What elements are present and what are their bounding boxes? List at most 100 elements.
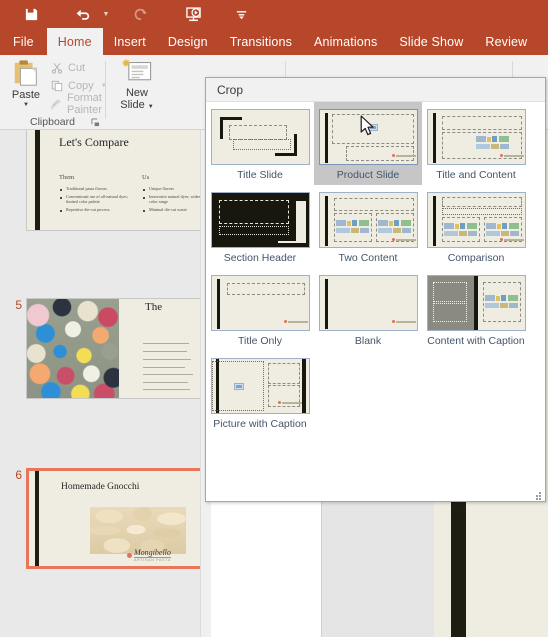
menu-line: [143, 351, 187, 353]
logo-mark-icon: [127, 553, 132, 559]
bullet-marker: [60, 210, 62, 212]
copy-icon: [50, 79, 64, 93]
layout-gallery-dropdown[interactable]: Crop Title Slide Product Slide Title and…: [205, 77, 546, 502]
layout-option-title-and-content[interactable]: Title and Content: [422, 102, 530, 185]
menu-line: [143, 382, 188, 384]
slide-thumbnail[interactable]: The: [26, 298, 200, 399]
ribbon-group-slides: New Slide ▼: [106, 55, 166, 130]
layout-thumbnail: [210, 109, 310, 165]
paste-button[interactable]: Paste ▼: [4, 58, 48, 110]
slide-thumbnail[interactable]: Let's Compare Them Us Traditional pasta …: [26, 130, 200, 231]
layout-option-title-slide[interactable]: Title Slide: [206, 102, 314, 185]
layout-option-comparison[interactable]: Comparison: [422, 185, 530, 268]
layout-option-label: Title Slide: [237, 169, 283, 181]
tab-insert[interactable]: Insert: [103, 28, 157, 55]
layout-option-label: Picture with Caption: [213, 418, 307, 430]
paintbrush-icon: [50, 97, 63, 111]
tab-transitions[interactable]: Transitions: [219, 28, 303, 55]
ribbon-tab-strip: File Home Insert Design Transitions Anim…: [0, 28, 548, 55]
layout-option-picture-with-caption[interactable]: Picture with Caption: [206, 351, 314, 434]
layout-option-label: Title Only: [238, 335, 282, 347]
copy-label: Copy: [68, 79, 94, 92]
quick-access-toolbar: ▼: [0, 0, 548, 28]
redo-icon[interactable]: [124, 0, 158, 28]
bullet-text: Minimal die-cut waste: [149, 206, 187, 212]
clipboard-group-label: Clipboard: [30, 116, 75, 128]
menu-line: [143, 343, 189, 345]
bullet-marker: [143, 189, 145, 191]
bullet-text: Conventional use of all-natural dyes; li…: [66, 193, 128, 205]
layout-option-label: Title and Content: [436, 169, 516, 181]
scissors-icon: [50, 61, 64, 75]
paste-label: Paste: [11, 89, 41, 101]
layout-thumbnail: [318, 275, 418, 331]
new-slide-icon: [122, 59, 152, 81]
format-painter-label: Format Painter: [67, 91, 102, 116]
tab-review[interactable]: Review: [474, 28, 538, 55]
mongibello-logo: Mongibello ARTISAN PASTA: [127, 549, 171, 563]
layout-thumbnail: [210, 275, 310, 331]
layout-option-label: Content with Caption: [427, 335, 525, 347]
cut-label: Cut: [68, 61, 86, 74]
layout-option-blank[interactable]: Blank: [314, 268, 422, 351]
pasta-photo: [27, 299, 119, 398]
layout-option-two-content[interactable]: Two Content: [314, 185, 422, 268]
column-heading-us: Us: [142, 174, 150, 181]
layout-option-title-only[interactable]: Title Only: [206, 268, 314, 351]
layout-option-label: Comparison: [447, 252, 505, 264]
bullet-marker: [60, 197, 62, 199]
slide-thumbnail-selected[interactable]: Homemade Gnocchi Mongibello ARTISAN PAST…: [26, 468, 200, 569]
gallery-header: Crop: [206, 78, 545, 102]
menu-line: [143, 374, 193, 376]
ribbon-group-clipboard: Paste ▼ Cut Copy ▼ Format Painter Clipbo…: [0, 55, 107, 130]
slide-title-text: Let's Compare: [59, 135, 129, 149]
bullet-text: Unique flavors: [149, 185, 175, 191]
layout-option-label: Two Content: [338, 252, 398, 264]
paste-dropdown-caret-icon[interactable]: ▼: [23, 101, 29, 109]
slide-accent-bar: [35, 130, 40, 230]
paste-icon: [14, 60, 37, 86]
layout-thumbnail: [426, 192, 526, 248]
layout-thumbnail: [318, 192, 418, 248]
bullet-text: Traditional pasta flavors: [66, 185, 107, 191]
column-heading-them: Them: [59, 174, 75, 181]
new-slide-label-line2: Slide ▼: [120, 99, 154, 111]
layout-thumbnail: [210, 358, 310, 414]
undo-icon[interactable]: [66, 0, 100, 28]
slide-number: 6: [15, 468, 22, 482]
layout-option-section-header[interactable]: Section Header: [206, 185, 314, 268]
layout-option-content-with-caption[interactable]: Content with Caption: [422, 268, 530, 351]
mouse-cursor: [360, 115, 376, 140]
save-icon[interactable]: [14, 0, 48, 28]
tab-animations[interactable]: Animations: [303, 28, 388, 55]
menu-line: [143, 359, 191, 361]
layout-option-label: Blank: [354, 335, 382, 347]
slide-number: 5: [15, 298, 22, 312]
slide-title-text: Homemade Gnocchi: [61, 482, 140, 492]
logo-tagline: ARTISAN PASTA: [134, 558, 171, 562]
layout-thumbnail: [426, 109, 526, 165]
customize-quick-access-toolbar-icon[interactable]: [224, 0, 258, 28]
start-presentation-icon[interactable]: [176, 0, 210, 28]
gallery-resize-grip[interactable]: [534, 491, 542, 500]
layout-option-label: Product Slide: [336, 169, 400, 181]
tab-home[interactable]: Home: [46, 28, 103, 55]
format-painter-button[interactable]: Format Painter: [50, 92, 105, 116]
tab-file[interactable]: File: [0, 28, 47, 55]
tab-design[interactable]: Design: [157, 28, 219, 55]
layout-option-label: Section Header: [223, 252, 297, 264]
new-slide-button[interactable]: New Slide ▼: [114, 58, 160, 113]
undo-dropdown-caret-icon[interactable]: ▼: [100, 0, 112, 28]
bullet-marker: [143, 197, 145, 199]
bullet-marker: [60, 189, 62, 191]
slide-accent-bar: [35, 471, 39, 566]
slide-thumbnail-panel[interactable]: Let's Compare Them Us Traditional pasta …: [0, 130, 200, 637]
tab-slide-show[interactable]: Slide Show: [388, 28, 474, 55]
new-slide-label-line1: New: [125, 87, 148, 99]
cut-button[interactable]: Cut: [50, 59, 85, 76]
bullet-text: Innovative natural dyes; wider color ran…: [149, 193, 200, 205]
clipboard-dialog-launcher[interactable]: [91, 118, 101, 128]
bullet-marker: [143, 210, 145, 212]
gnocchi-photo: [90, 507, 186, 554]
gallery-grid: Title Slide Product Slide Title and Cont…: [206, 102, 545, 434]
